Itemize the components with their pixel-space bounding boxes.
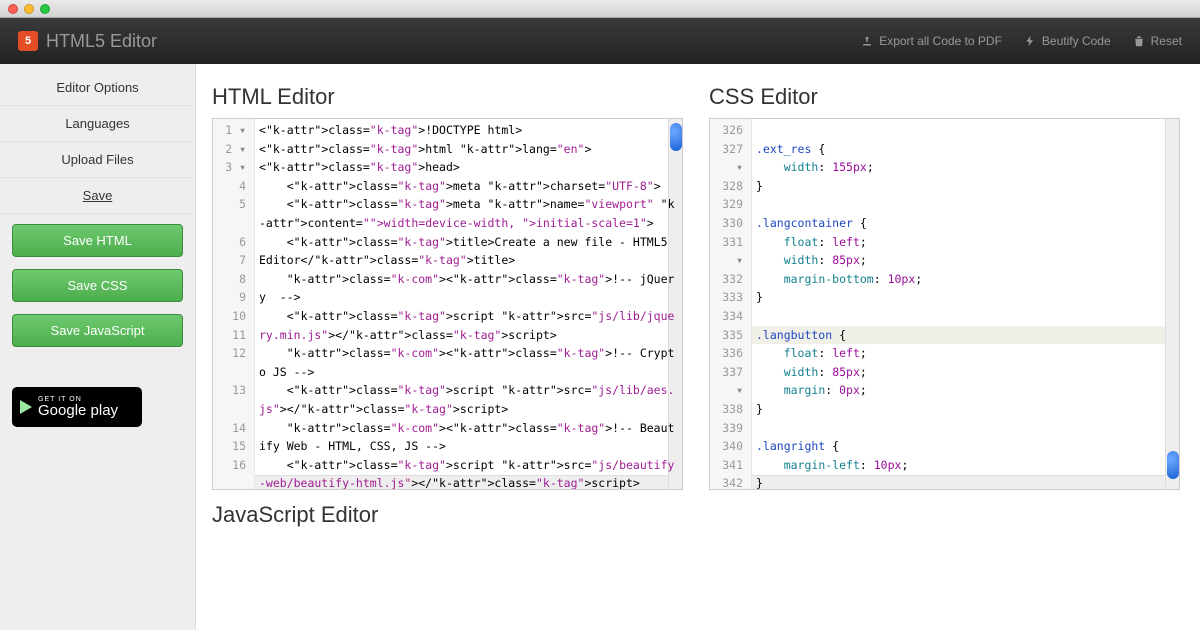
window-minimize[interactable]: [24, 4, 34, 14]
play-icon: [20, 400, 32, 414]
content-area: HTML Editor 1 ▾2 ▾3 ▾45 6789101112 13 14…: [196, 64, 1200, 630]
css-editor-title: CSS Editor: [709, 84, 1180, 110]
sidebar-item-languages[interactable]: Languages: [0, 106, 195, 142]
sidebar-item-save[interactable]: Save: [0, 178, 195, 214]
google-play-badge[interactable]: GET IT ON Google play: [12, 387, 142, 427]
html-editor-title: HTML Editor: [212, 84, 683, 110]
css-gutter: 326327 ▾328329330331 ▾332333334335336337…: [710, 119, 752, 489]
js-editor-title: JavaScript Editor: [212, 502, 1180, 528]
trash-icon: [1133, 35, 1145, 47]
upload-icon: [861, 35, 873, 47]
window-titlebar: [0, 0, 1200, 18]
css-code[interactable]: .ext_res { width: 155px;} .langcontainer…: [752, 119, 1179, 490]
lightning-icon: [1024, 35, 1036, 47]
css-editor[interactable]: 326327 ▾328329330331 ▾332333334335336337…: [709, 118, 1180, 490]
sidebar: Editor Options Languages Upload Files Sa…: [0, 64, 196, 630]
app-logo-icon: [18, 31, 38, 51]
html-gutter: 1 ▾2 ▾3 ▾45 6789101112 13 141516 17 18 1…: [213, 119, 255, 489]
sidebar-item-upload-files[interactable]: Upload Files: [0, 142, 195, 178]
badge-big-text: Google play: [38, 403, 118, 418]
html-code[interactable]: <"k-attr">class="k-tag">!DOCTYPE html><"…: [255, 119, 682, 490]
save-js-button[interactable]: Save JavaScript: [12, 314, 183, 347]
save-css-button[interactable]: Save CSS: [12, 269, 183, 302]
app-title: HTML5 Editor: [46, 31, 157, 52]
sidebar-item-editor-options[interactable]: Editor Options: [0, 70, 195, 106]
reset-button[interactable]: Reset: [1133, 34, 1182, 48]
html-editor[interactable]: 1 ▾2 ▾3 ▾45 6789101112 13 141516 17 18 1…: [212, 118, 683, 490]
window-maximize[interactable]: [40, 4, 50, 14]
save-html-button[interactable]: Save HTML: [12, 224, 183, 257]
export-pdf-button[interactable]: Export all Code to PDF: [861, 34, 1002, 48]
app-header: HTML5 Editor Export all Code to PDF Beut…: [0, 18, 1200, 64]
beautify-button[interactable]: Beutify Code: [1024, 34, 1111, 48]
window-close[interactable]: [8, 4, 18, 14]
